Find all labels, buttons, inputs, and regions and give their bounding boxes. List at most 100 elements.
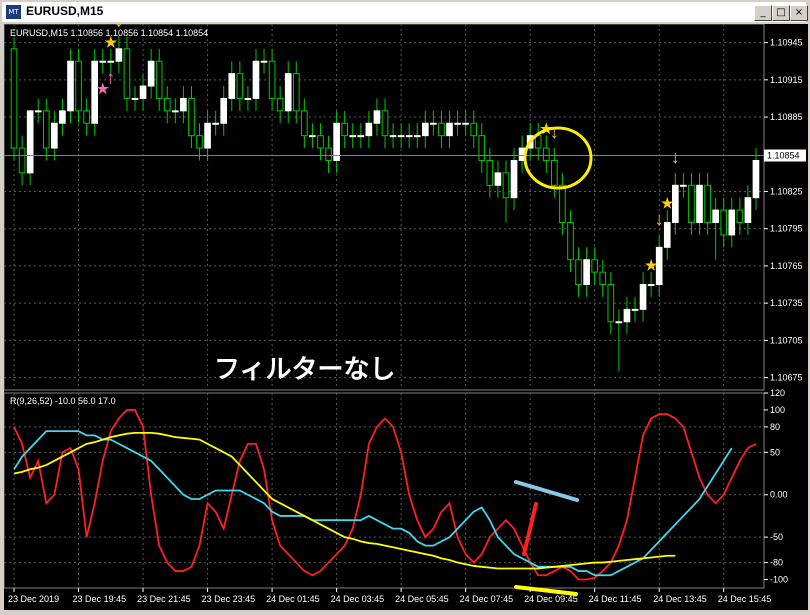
main-y-tick-label: 1.10885: [770, 112, 803, 122]
candle-body: [704, 184, 711, 224]
candle-body: [607, 284, 615, 323]
sell-arrow-marker: ↓: [550, 122, 559, 142]
candle-body: [744, 197, 752, 224]
main-y-tick-label: 1.10915: [770, 75, 803, 85]
annotation-bar-red: [522, 502, 538, 556]
candle-body: [663, 222, 671, 248]
candle-body: [591, 259, 599, 273]
candle-body: [292, 73, 300, 112]
candle-body: [422, 122, 429, 137]
candles[interactable]: [10, 36, 760, 372]
buy-star-marker: ★: [96, 81, 109, 97]
candle-body: [212, 122, 219, 125]
candle-body: [260, 60, 268, 63]
candle-body: [163, 97, 171, 112]
candle-body: [696, 184, 703, 224]
candle-body: [228, 73, 236, 99]
star-marker: ★: [661, 195, 674, 211]
candle-body: [349, 135, 357, 138]
candle-body: [639, 284, 647, 310]
indicator-y-tick-label: -80: [770, 558, 783, 568]
indicator-y-tick-label: 0.00: [770, 490, 788, 500]
candle-body: [559, 184, 566, 224]
indicator-y-tick-label: 100: [770, 405, 785, 415]
main-y-tick-label: 1.10705: [770, 335, 803, 345]
candle-body: [188, 97, 195, 137]
candle-body: [155, 60, 163, 99]
candle-body: [26, 110, 34, 174]
candle-body: [147, 60, 155, 87]
candle-body: [172, 110, 179, 113]
annotation-bar-blue: [514, 480, 579, 502]
candle-body: [139, 85, 147, 99]
candle-body: [389, 135, 397, 138]
window-title: EURUSD,M15: [26, 4, 104, 18]
candle-body: [123, 48, 131, 99]
indicator-y-tick-label: 80: [770, 422, 780, 432]
candle-body: [413, 135, 421, 138]
candle-body: [494, 172, 502, 186]
indicator-y-axis: 120 100 80 50 0.00 -50 -80 -100: [764, 388, 788, 585]
candle-body: [317, 135, 324, 149]
candle-body: [34, 110, 42, 113]
main-y-tick-label: 1.10765: [770, 261, 803, 271]
candle-body: [575, 259, 582, 286]
candle-body: [18, 147, 26, 174]
candle-body: [220, 97, 228, 124]
minimize-button[interactable]: _: [754, 5, 772, 21]
filter-annotation: フィルターなし: [214, 354, 395, 384]
candle-body: [446, 122, 453, 137]
candle-body: [252, 60, 260, 99]
candle-body: [357, 135, 365, 138]
price-chart-svg[interactable]: ↓★↑★★↓↓★↓★ 1.109451.109151.108851.108541…: [3, 10, 808, 610]
candle-body: [615, 321, 623, 324]
candle-body: [534, 135, 542, 149]
candle-body: [301, 110, 308, 137]
candle-body: [478, 135, 486, 161]
main-info-label: EURUSD,M15 1.10856 1.10856 1.10854 1.108…: [10, 28, 208, 38]
candle-body: [51, 122, 58, 149]
main-panel-frame: [3, 23, 765, 391]
candle-body: [405, 135, 413, 138]
restore-button[interactable]: □: [772, 5, 790, 21]
candle-body: [99, 60, 107, 63]
candle-body: [276, 97, 284, 112]
candle-body: [244, 97, 252, 100]
candle-body: [236, 73, 244, 99]
candle-body: [268, 60, 276, 99]
candle-body: [204, 122, 211, 149]
indicator-y-tick-label: 120: [770, 388, 785, 398]
main-y-tick-label: 1.10675: [770, 373, 803, 383]
time-tick-label: 24 Dec 15:45: [718, 594, 772, 604]
time-tick-label: 23 Dec 2019: [8, 594, 59, 604]
candle-body: [381, 110, 389, 137]
time-tick-label: 24 Dec 09:45: [524, 594, 578, 604]
time-tick-label: 23 Dec 19:45: [73, 594, 127, 604]
candle-body: [712, 209, 719, 224]
candle-body: [196, 135, 203, 149]
candle-body: [502, 172, 510, 199]
candle-body: [486, 159, 494, 186]
main-grid: [4, 24, 764, 390]
candle-body: [688, 184, 695, 224]
candle-body: [59, 110, 66, 124]
candle-body: [736, 209, 744, 224]
close-button[interactable]: ×: [790, 5, 808, 21]
candle-body: [107, 60, 115, 63]
time-tick-label: 23 Dec 23:45: [202, 594, 256, 604]
indicator-info-label: R(9,26,52) -10.0 56.0 17.0: [10, 396, 116, 406]
candle-body: [599, 271, 607, 286]
time-axis: 23 Dec 2019 23 Dec 19:45 23 Dec 21:45 23 De…: [8, 588, 771, 604]
chart-window-icon[interactable]: MT: [6, 5, 21, 19]
chart-area[interactable]: ↓★↑★★↓↓★↓★ 1.109451.109151.108851.108541…: [3, 10, 808, 610]
current-price-label: 1.10854: [767, 151, 800, 161]
star-marker: ★: [645, 257, 658, 273]
title-bar[interactable]: MT EURUSD,M15 _ □ ×: [2, 2, 808, 22]
candle-body: [373, 110, 381, 124]
indicator-y-tick-label: -50: [770, 532, 783, 542]
candle-body: [397, 135, 405, 138]
candle-body: [438, 122, 445, 137]
candle-body: [131, 97, 139, 100]
indicator-y-tick-label: -100: [770, 575, 788, 585]
candle-body: [365, 122, 373, 137]
